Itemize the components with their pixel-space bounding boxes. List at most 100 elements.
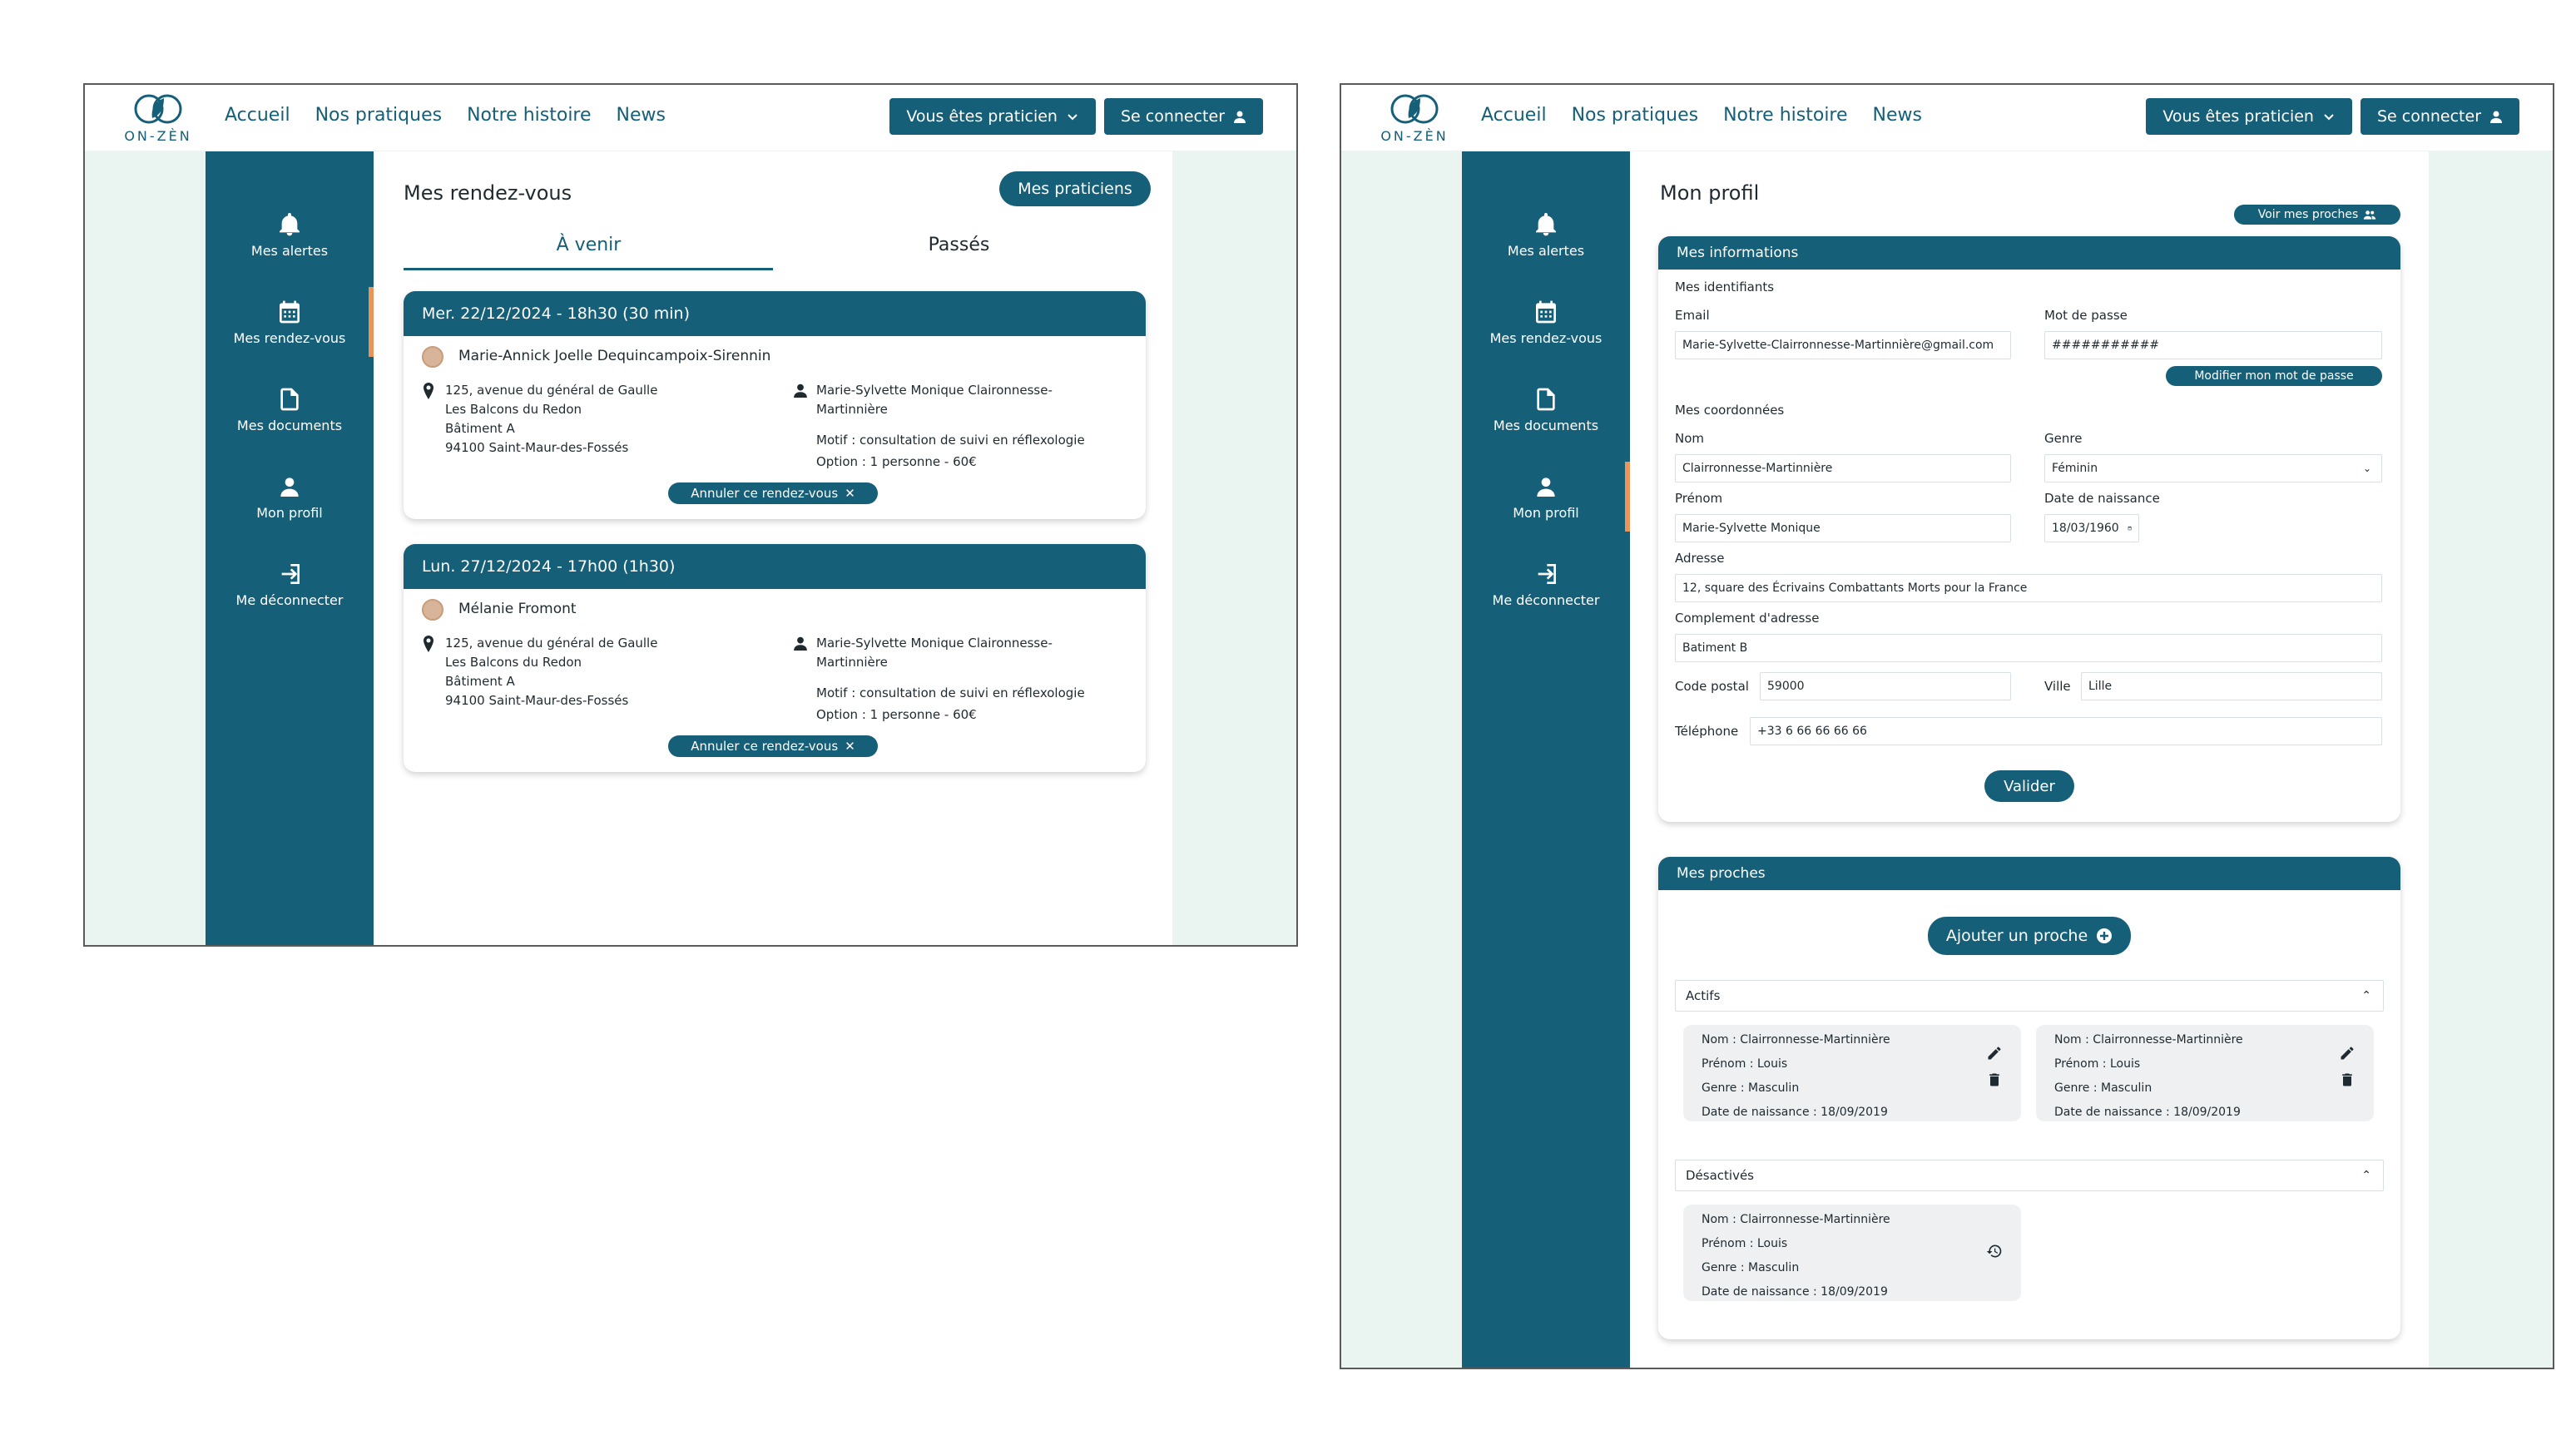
nav-nos-pratiques[interactable]: Nos pratiques bbox=[315, 105, 443, 126]
pencil-icon[interactable] bbox=[2339, 1045, 2356, 1061]
address-line: 125, avenue du général de Gaulle bbox=[445, 383, 658, 398]
nav-accueil[interactable]: Accueil bbox=[1481, 105, 1547, 126]
main-content: Mon profil Voir mes proches Mes informat… bbox=[1630, 151, 2429, 1368]
practitioner-line: Marie-Sylvette Monique Claironnesse- bbox=[816, 383, 1053, 398]
pencil-icon[interactable] bbox=[1986, 1045, 2003, 1061]
cp-label: Code postal bbox=[1675, 679, 1749, 694]
practitioner-dropdown-button[interactable]: Vous êtes praticien bbox=[2146, 98, 2352, 135]
genre-label: Genre bbox=[2044, 431, 2083, 446]
cancel-label: Annuler ce rendez-vous bbox=[691, 486, 839, 501]
chevron-down-icon bbox=[2324, 114, 2334, 121]
address-line: Bâtiment A bbox=[445, 674, 515, 689]
ville-label: Ville bbox=[2044, 679, 2071, 694]
motif: Motif : consultation de suivi en réflexo… bbox=[816, 685, 1085, 700]
address-line: Les Balcons du Redon bbox=[445, 655, 582, 670]
cp-field[interactable]: 59000 bbox=[1760, 672, 2011, 700]
proche-genre: Genre : Masculin bbox=[1702, 1261, 1800, 1274]
email-field[interactable]: Marie-Sylvette-Clairronnesse-Martinnière… bbox=[1675, 331, 2011, 359]
voir-proches-button[interactable]: Voir mes proches bbox=[2234, 205, 2400, 225]
ddn-field[interactable]: 18/03/1960 bbox=[2044, 514, 2139, 542]
sidebar-item-documents[interactable]: Mes documents bbox=[206, 368, 374, 451]
sidebar-item-alertes[interactable]: Mes alertes bbox=[1462, 193, 1630, 276]
chevron-up-icon: ⌃ bbox=[2361, 989, 2371, 1002]
logo[interactable]: ON-ZÈN bbox=[118, 92, 198, 146]
sidebar-item-label: Mes alertes bbox=[250, 242, 329, 259]
calendar-icon bbox=[280, 300, 300, 323]
login-button[interactable]: Se connecter bbox=[2360, 98, 2519, 135]
proche-card: Nom : Clairronnesse-Martinnière Prénom :… bbox=[2036, 1025, 2374, 1121]
calendar-icon[interactable] bbox=[2128, 522, 2132, 534]
password-label: Mot de passe bbox=[2044, 308, 2128, 323]
nav-accueil[interactable]: Accueil bbox=[225, 105, 290, 126]
chevron-up-icon: ⌃ bbox=[2361, 1169, 2371, 1182]
practitioner-line: Martinnière bbox=[816, 402, 888, 417]
trash-icon[interactable] bbox=[2339, 1071, 2356, 1088]
sidebar-item-deconnecter[interactable]: Me déconnecter bbox=[1462, 542, 1630, 626]
header: ON-ZÈN Accueil Nos pratiques Notre histo… bbox=[85, 85, 1296, 151]
change-password-button[interactable]: Modifier mon mot de passe bbox=[2166, 366, 2382, 386]
page-title: Mes rendez-vous bbox=[404, 181, 572, 205]
email-label: Email bbox=[1675, 308, 1710, 323]
desactives-accordion[interactable]: Désactivés ⌃ bbox=[1675, 1160, 2384, 1191]
logo[interactable]: ON-ZÈN bbox=[1375, 92, 1454, 146]
ddn-value: 18/03/1960 bbox=[2052, 522, 2119, 535]
trash-icon[interactable] bbox=[1986, 1071, 2003, 1088]
practitioner-dropdown-button[interactable]: Vous êtes praticien bbox=[889, 98, 1096, 135]
restore-icon[interactable] bbox=[1986, 1243, 2003, 1259]
user-icon bbox=[2490, 111, 2502, 123]
tel-label: Téléphone bbox=[1675, 724, 1739, 739]
actifs-accordion[interactable]: Actifs ⌃ bbox=[1675, 980, 2384, 1012]
proches-panel: Mes proches Ajouter un proche Actifs ⌃ N… bbox=[1658, 857, 2400, 1339]
ville-field[interactable]: Lille bbox=[2081, 672, 2382, 700]
mes-praticiens-button[interactable]: Mes praticiens bbox=[999, 171, 1151, 206]
calendar-icon bbox=[1536, 300, 1556, 323]
sidebar-item-alertes[interactable]: Mes alertes bbox=[206, 193, 374, 276]
nom-label: Nom bbox=[1675, 431, 1705, 446]
main-nav: Accueil Nos pratiques Notre histoire New… bbox=[225, 105, 666, 126]
nav-news[interactable]: News bbox=[1873, 105, 1922, 126]
sidebar-item-documents[interactable]: Mes documents bbox=[1462, 368, 1630, 451]
genre-select[interactable]: Féminin ⌄ bbox=[2044, 454, 2382, 482]
prenom-field[interactable]: Marie-Sylvette Monique bbox=[1675, 514, 2011, 542]
sidebar-item-profil[interactable]: Mon profil bbox=[1462, 455, 1630, 538]
profil-screen: ON-ZÈN Accueil Nos pratiques Notre histo… bbox=[1340, 83, 2554, 1369]
logo-icon bbox=[134, 94, 182, 124]
plus-circle-icon bbox=[2097, 928, 2113, 943]
sidebar-item-rendez-vous[interactable]: Mes rendez-vous bbox=[206, 280, 374, 364]
appointment-card: Mer. 22/12/2024 - 18h30 (30 min) Marie-A… bbox=[404, 291, 1146, 519]
tab-underline bbox=[404, 268, 773, 270]
sidebar-item-label: Mon profil bbox=[256, 504, 323, 521]
login-button[interactable]: Se connecter bbox=[1103, 98, 1263, 135]
sidebar: Mes alertes Mes rendez-vous Mes document… bbox=[206, 151, 374, 945]
sidebar-item-deconnecter[interactable]: Me déconnecter bbox=[206, 542, 374, 626]
nav-news[interactable]: News bbox=[617, 105, 666, 126]
motif: Motif : consultation de suivi en réflexo… bbox=[816, 433, 1085, 448]
complement-field[interactable]: Batiment B bbox=[1675, 634, 2382, 662]
chevron-down-icon bbox=[1068, 114, 1077, 121]
main-content: Mes rendez-vous Mes praticiens À venir P… bbox=[374, 151, 1172, 945]
appointment-details: Motif : consultation de suivi en réflexo… bbox=[816, 429, 1085, 473]
tab-passes[interactable]: Passés bbox=[774, 228, 1144, 266]
nav-notre-histoire[interactable]: Notre histoire bbox=[467, 105, 591, 126]
tab-a-venir[interactable]: À venir bbox=[404, 228, 774, 266]
document-icon bbox=[1537, 388, 1555, 410]
sidebar-item-profil[interactable]: Mon profil bbox=[206, 455, 374, 538]
adresse-label: Adresse bbox=[1675, 551, 1725, 566]
nav-nos-pratiques[interactable]: Nos pratiques bbox=[1572, 105, 1699, 126]
adresse-field[interactable]: 12, square des Écrivains Combattants Mor… bbox=[1675, 574, 2382, 602]
sidebar-item-rendez-vous[interactable]: Mes rendez-vous bbox=[1462, 280, 1630, 364]
cancel-appointment-button[interactable]: Annuler ce rendez-vous ✕ bbox=[668, 482, 878, 504]
add-proche-button[interactable]: Ajouter un proche bbox=[1928, 917, 2131, 955]
valider-button[interactable]: Valider bbox=[1984, 770, 2074, 802]
cancel-appointment-button[interactable]: Annuler ce rendez-vous ✕ bbox=[668, 735, 878, 757]
tabs: À venir Passés bbox=[404, 228, 1144, 266]
logo-text: ON-ZÈN bbox=[1380, 128, 1449, 144]
address-line: Bâtiment A bbox=[445, 421, 515, 436]
tel-field[interactable]: +33 6 66 66 66 66 bbox=[1750, 717, 2382, 745]
nom-field[interactable]: Clairronnesse-Martinnière bbox=[1675, 454, 2011, 482]
appointment-details: Motif : consultation de suivi en réflexo… bbox=[816, 682, 1085, 725]
nav-notre-histoire[interactable]: Notre histoire bbox=[1723, 105, 1847, 126]
right-margin bbox=[2429, 151, 2553, 1368]
password-field[interactable]: ########### bbox=[2044, 331, 2382, 359]
voir-proches-label: Voir mes proches bbox=[2257, 208, 2359, 221]
